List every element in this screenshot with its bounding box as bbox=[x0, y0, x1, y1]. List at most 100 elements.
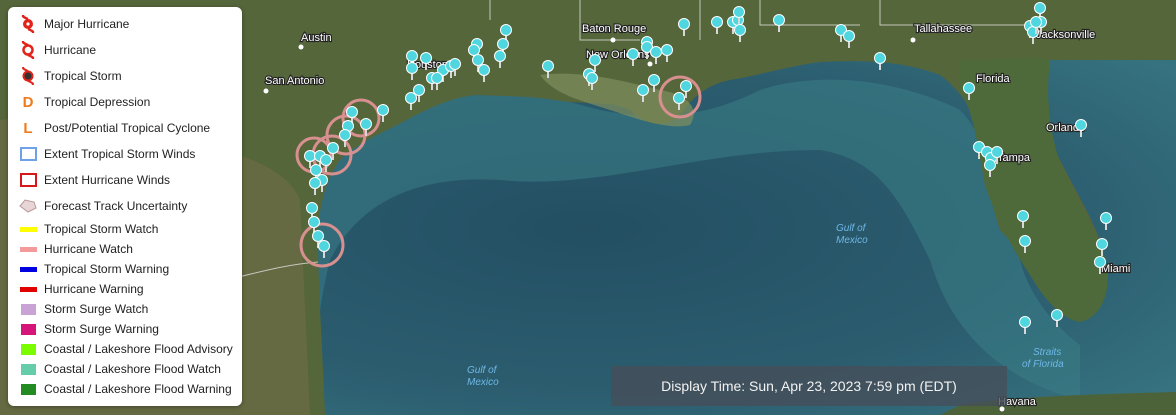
marker-head bbox=[449, 58, 461, 70]
marker-head bbox=[680, 80, 692, 92]
city-dot bbox=[647, 61, 653, 67]
marker-head bbox=[1075, 119, 1087, 131]
legend-label: Extent Tropical Storm Winds bbox=[44, 147, 196, 161]
marker-head bbox=[472, 54, 484, 66]
marker-head bbox=[650, 46, 662, 58]
legend-item-hurricane-warning: Hurricane Warning bbox=[8, 279, 242, 299]
legend-item-ts-watch: Tropical Storm Watch bbox=[8, 219, 242, 239]
marker-head bbox=[327, 142, 339, 154]
marker-head bbox=[734, 24, 746, 36]
marker-head bbox=[678, 18, 690, 30]
straits-label-1: Straits bbox=[1033, 347, 1061, 358]
legend-item-hurricane-winds: Extent Hurricane Winds bbox=[8, 170, 242, 190]
marker-head bbox=[497, 38, 509, 50]
legend-label: Tropical Storm Warning bbox=[44, 262, 170, 276]
marker-head bbox=[874, 52, 886, 64]
legend-item-surge-watch: Storm Surge Watch bbox=[8, 299, 242, 319]
map-legend: Major Hurricane Hurricane Tropical Storm… bbox=[8, 7, 242, 406]
hurricane-icon bbox=[18, 40, 38, 60]
marker-head bbox=[589, 54, 601, 66]
hurricane-watch-swatch bbox=[18, 239, 38, 259]
marker-head bbox=[1019, 235, 1031, 247]
surge-warning-swatch bbox=[18, 319, 38, 339]
legend-label: Hurricane Warning bbox=[44, 282, 144, 296]
marker-head bbox=[991, 146, 1003, 158]
marker-head bbox=[406, 62, 418, 74]
ts-warning-swatch bbox=[18, 259, 38, 279]
legend-item-hurricane-watch: Hurricane Watch bbox=[8, 239, 242, 259]
marker-head bbox=[478, 64, 490, 76]
legend-item-ts-warning: Tropical Storm Warning bbox=[8, 259, 242, 279]
flood-advisory-swatch bbox=[18, 339, 38, 359]
legend-item-surge-warning: Storm Surge Warning bbox=[8, 319, 242, 339]
marker-head bbox=[1096, 238, 1108, 250]
legend-item-ts-winds: Extent Tropical Storm Winds bbox=[8, 144, 242, 164]
ts-winds-extent-icon bbox=[18, 144, 38, 164]
legend-label: Extent Hurricane Winds bbox=[44, 173, 171, 187]
legend-item-major-hurricane: Major Hurricane bbox=[8, 14, 242, 34]
marker-head bbox=[406, 50, 418, 62]
legend-label: Post/Potential Tropical Cyclone bbox=[44, 121, 211, 135]
marker-head bbox=[468, 44, 480, 56]
legend-label: Tropical Depression bbox=[44, 95, 151, 109]
legend-label: Tropical Storm bbox=[44, 69, 122, 83]
legend-item-flood-advisory: Coastal / Lakeshore Flood Advisory bbox=[8, 339, 242, 359]
marker-head bbox=[542, 60, 554, 72]
marker-head bbox=[309, 177, 321, 189]
marker-head bbox=[500, 24, 512, 36]
flood-watch-swatch bbox=[18, 359, 38, 379]
post-tropical-cyclone-icon: L bbox=[23, 119, 33, 137]
marker-head bbox=[310, 164, 322, 176]
marker-head bbox=[308, 216, 320, 228]
city-dot bbox=[298, 44, 304, 50]
legend-item-flood-watch: Coastal / Lakeshore Flood Watch bbox=[8, 359, 242, 379]
gulf-label-3: Gulf of bbox=[467, 365, 498, 376]
city-miami: Miami bbox=[1101, 263, 1130, 275]
marker-head bbox=[637, 84, 649, 96]
marker-head bbox=[320, 154, 332, 166]
hurricane-winds-extent-icon bbox=[18, 170, 38, 190]
marker-head bbox=[1019, 316, 1031, 328]
city-jacksonville: Jacksonville bbox=[1036, 29, 1095, 41]
marker-head bbox=[843, 30, 855, 42]
marker-head bbox=[360, 118, 372, 130]
surge-watch-swatch bbox=[18, 299, 38, 319]
straits-label-2: of Florida bbox=[1022, 359, 1064, 370]
hurricane-warning-swatch bbox=[18, 279, 38, 299]
gulf-label-1: Gulf of bbox=[836, 223, 867, 234]
marker-head bbox=[661, 44, 673, 56]
major-hurricane-icon bbox=[18, 14, 38, 34]
legend-label: Storm Surge Watch bbox=[44, 302, 149, 316]
legend-item-tropical-depression: D Tropical Depression bbox=[8, 92, 242, 112]
marker-head bbox=[346, 106, 358, 118]
legend-item-track-uncertainty: Forecast Track Uncertainty bbox=[8, 196, 242, 216]
marker-head bbox=[963, 82, 975, 94]
marker-head bbox=[431, 72, 443, 84]
marker-head bbox=[306, 202, 318, 214]
city-san-antonio: San Antonio bbox=[265, 75, 324, 87]
marker-head bbox=[1030, 16, 1042, 28]
track-uncertainty-icon bbox=[18, 196, 38, 216]
legend-item-flood-warning: Coastal / Lakeshore Flood Warning bbox=[8, 379, 242, 399]
marker-head bbox=[318, 240, 330, 252]
marker-head bbox=[586, 72, 598, 84]
legend-label: Hurricane Watch bbox=[44, 242, 133, 256]
legend-label: Forecast Track Uncertainty bbox=[44, 199, 188, 213]
ts-watch-swatch bbox=[18, 219, 38, 239]
marker-head bbox=[984, 159, 996, 171]
flood-warning-swatch bbox=[18, 379, 38, 399]
tropical-storm-icon bbox=[18, 66, 38, 86]
marker-head bbox=[304, 150, 316, 162]
marker-head bbox=[420, 52, 432, 64]
marker-head bbox=[673, 92, 685, 104]
marker-head bbox=[627, 48, 639, 60]
legend-label: Storm Surge Warning bbox=[44, 322, 159, 336]
legend-label: Coastal / Lakeshore Flood Advisory bbox=[44, 342, 233, 356]
marker-head bbox=[733, 6, 745, 18]
city-austin: Austin bbox=[301, 32, 332, 44]
state-florida: Florida bbox=[976, 73, 1011, 85]
marker-head bbox=[711, 16, 723, 28]
legend-item-post-tropical: L Post/Potential Tropical Cyclone bbox=[8, 118, 242, 138]
marker-head bbox=[377, 104, 389, 116]
marker-head bbox=[1051, 309, 1063, 321]
